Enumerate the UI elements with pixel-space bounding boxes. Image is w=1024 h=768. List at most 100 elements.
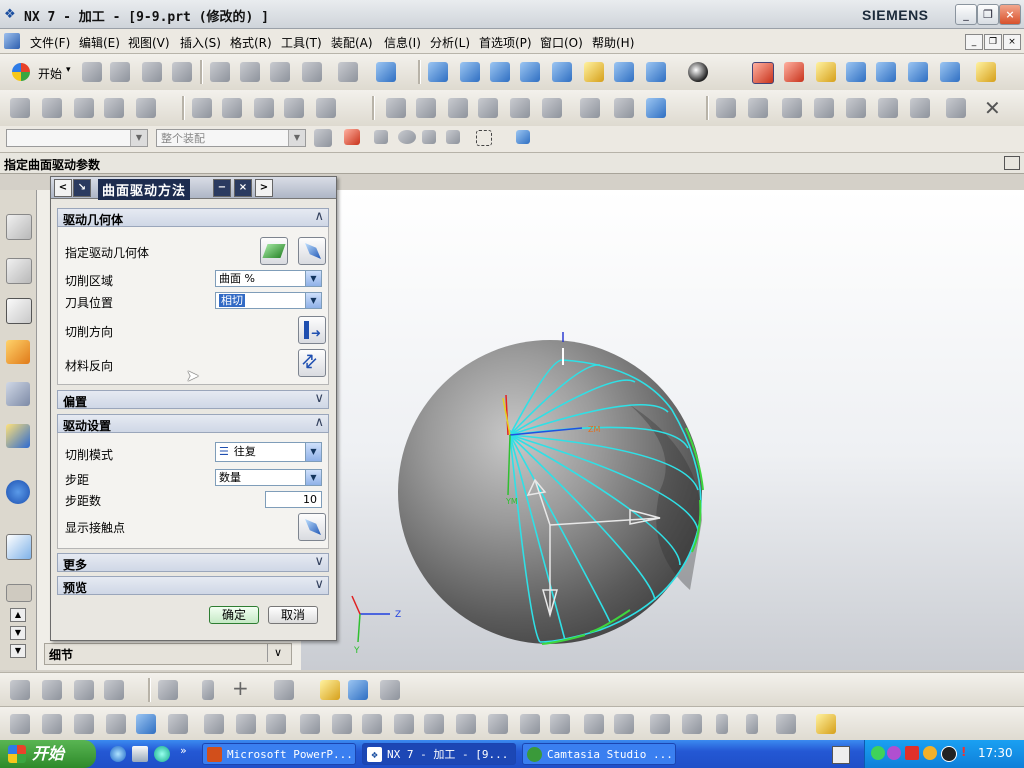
- snap-end-icon[interactable]: [374, 130, 388, 144]
- menu-format[interactable]: 格式(R): [230, 34, 272, 51]
- group-drive-settings-header[interactable]: 驱动设置 ∧: [57, 414, 329, 433]
- menu-assembly[interactable]: 装配(A): [331, 34, 373, 51]
- cut-icon[interactable]: [210, 62, 230, 82]
- geometry-view-icon[interactable]: [254, 98, 274, 118]
- task-nx[interactable]: ❖ NX 7 - 加工 - [9...: [362, 743, 516, 765]
- chain-link-icon[interactable]: [746, 714, 758, 734]
- close-button[interactable]: ×: [999, 4, 1021, 25]
- info-icon[interactable]: [6, 480, 30, 504]
- feature-move-icon[interactable]: [266, 714, 286, 734]
- feature-edit-icon[interactable]: [236, 714, 256, 734]
- machine-tool-view-icon[interactable]: [222, 98, 242, 118]
- link-icon[interactable]: [716, 714, 728, 734]
- feature-icon[interactable]: [716, 98, 736, 118]
- snap-point-icon[interactable]: [344, 129, 360, 145]
- snap-curve-icon[interactable]: [422, 130, 436, 144]
- tray-recorder-icon[interactable]: [905, 746, 919, 760]
- palette-icon[interactable]: [6, 584, 32, 602]
- shop-docs-icon[interactable]: [542, 98, 562, 118]
- specify-drive-geometry-button[interactable]: [260, 237, 288, 265]
- revolve-icon[interactable]: [782, 98, 802, 118]
- media-icon[interactable]: [154, 746, 170, 762]
- cut-mode-dropdown[interactable]: ☰ 往复 ▼: [215, 442, 322, 462]
- create-operation-icon[interactable]: [136, 98, 156, 118]
- menu-window[interactable]: 窗口(O): [540, 34, 583, 51]
- trim-body-icon[interactable]: [878, 98, 898, 118]
- group-offset-header[interactable]: 偏置 ∨: [57, 390, 329, 409]
- sketch-icon[interactable]: [10, 714, 30, 734]
- extrude-icon[interactable]: [748, 98, 768, 118]
- mdi-minimize-button[interactable]: _: [965, 34, 983, 50]
- type-filter-combo[interactable]: ▼: [6, 129, 148, 147]
- menu-file[interactable]: 文件(F): [30, 34, 70, 51]
- menu-view[interactable]: 视图(V): [128, 34, 170, 51]
- create-geometry-icon[interactable]: [74, 98, 94, 118]
- blend-icon[interactable]: [910, 98, 930, 118]
- constraint-navigator-icon[interactable]: [6, 258, 32, 284]
- render-style-icon[interactable]: [688, 62, 708, 82]
- feature-add-icon[interactable]: [204, 714, 224, 734]
- tray-disk-icon[interactable]: [941, 746, 957, 762]
- list-icon[interactable]: [448, 98, 468, 118]
- doc-icon[interactable]: [4, 33, 20, 49]
- group-drive-geometry-header[interactable]: 驱动几何体 ∧: [57, 208, 329, 227]
- scroll-down-icon[interactable]: ▼: [10, 626, 26, 640]
- mirror-icon[interactable]: [520, 714, 540, 734]
- replay-icon[interactable]: [416, 98, 436, 118]
- machine-navigator-icon[interactable]: [6, 340, 30, 364]
- dialog-next-button[interactable]: >: [255, 179, 273, 197]
- show-contact-button[interactable]: [298, 513, 326, 541]
- part-icon[interactable]: [348, 680, 368, 700]
- zoom-icon[interactable]: [490, 62, 510, 82]
- step-count-input[interactable]: 10: [265, 491, 322, 508]
- chain-icon[interactable]: [202, 680, 214, 700]
- component-icon[interactable]: [42, 680, 62, 700]
- clock[interactable]: 17:30: [978, 746, 1013, 760]
- wcs-dynamic-icon[interactable]: [752, 62, 774, 84]
- tool-position-dropdown[interactable]: 相切 ▼: [215, 292, 322, 309]
- select-icon[interactable]: [376, 62, 396, 82]
- sketch-profile-icon[interactable]: [74, 714, 94, 734]
- sheet-icon[interactable]: [380, 680, 400, 700]
- tray-camtasia-icon[interactable]: [871, 746, 885, 760]
- material-reverse-button[interactable]: ⇄: [297, 349, 326, 377]
- datum-icon[interactable]: [814, 98, 834, 118]
- simulate-icon[interactable]: [510, 98, 530, 118]
- dialog-prev-button[interactable]: <: [54, 179, 72, 197]
- plus-icon[interactable]: +: [232, 676, 249, 700]
- program-order-view-icon[interactable]: [192, 98, 212, 118]
- menu-preferences[interactable]: 首选项(P): [479, 34, 532, 51]
- verify-toolpath-icon[interactable]: [876, 62, 896, 82]
- cut-direction-button[interactable]: ➜: [298, 316, 326, 344]
- details-panel-header[interactable]: 细节 ∨: [44, 643, 292, 665]
- generate-icon[interactable]: [386, 98, 406, 118]
- dialog-pin-icon[interactable]: ↘: [73, 179, 91, 197]
- stepover-dropdown[interactable]: 数量 ▼: [215, 469, 322, 486]
- grid-icon[interactable]: [104, 680, 124, 700]
- windows-start-button[interactable]: 开始: [0, 740, 96, 768]
- shell-icon[interactable]: [650, 714, 670, 734]
- menu-edit[interactable]: 编辑(E): [79, 34, 120, 51]
- menu-help[interactable]: 帮助(H): [592, 34, 634, 51]
- create-method-icon[interactable]: [104, 98, 124, 118]
- sketch-curve-icon[interactable]: [42, 714, 62, 734]
- copy-icon[interactable]: [240, 62, 260, 82]
- feature-unsuppress-icon[interactable]: [362, 714, 382, 734]
- postprocess-icon[interactable]: [940, 62, 960, 82]
- analysis-icon[interactable]: [816, 714, 836, 734]
- wcs-origin-icon[interactable]: [784, 62, 804, 82]
- menu-analysis[interactable]: 分析(L): [430, 34, 470, 51]
- sketch-grid-icon[interactable]: [168, 714, 188, 734]
- scope-combo[interactable]: 整个装配 ▼: [156, 129, 306, 147]
- cancel-button[interactable]: 取消: [268, 606, 318, 624]
- close-x-icon[interactable]: ✕: [984, 96, 1001, 120]
- dialog-collapse-button[interactable]: −: [213, 179, 231, 197]
- maximize-button[interactable]: ❐: [977, 4, 999, 25]
- method-view-icon[interactable]: [284, 98, 304, 118]
- task-camtasia[interactable]: Camtasia Studio ...: [522, 743, 676, 765]
- mdi-restore-button[interactable]: ❐: [984, 34, 1002, 50]
- menu-insert[interactable]: 插入(S): [180, 34, 221, 51]
- sphere-feature-icon[interactable]: [846, 98, 866, 118]
- zoom-in-icon[interactable]: [520, 62, 540, 82]
- group-more-header[interactable]: 更多 ∨: [57, 553, 329, 572]
